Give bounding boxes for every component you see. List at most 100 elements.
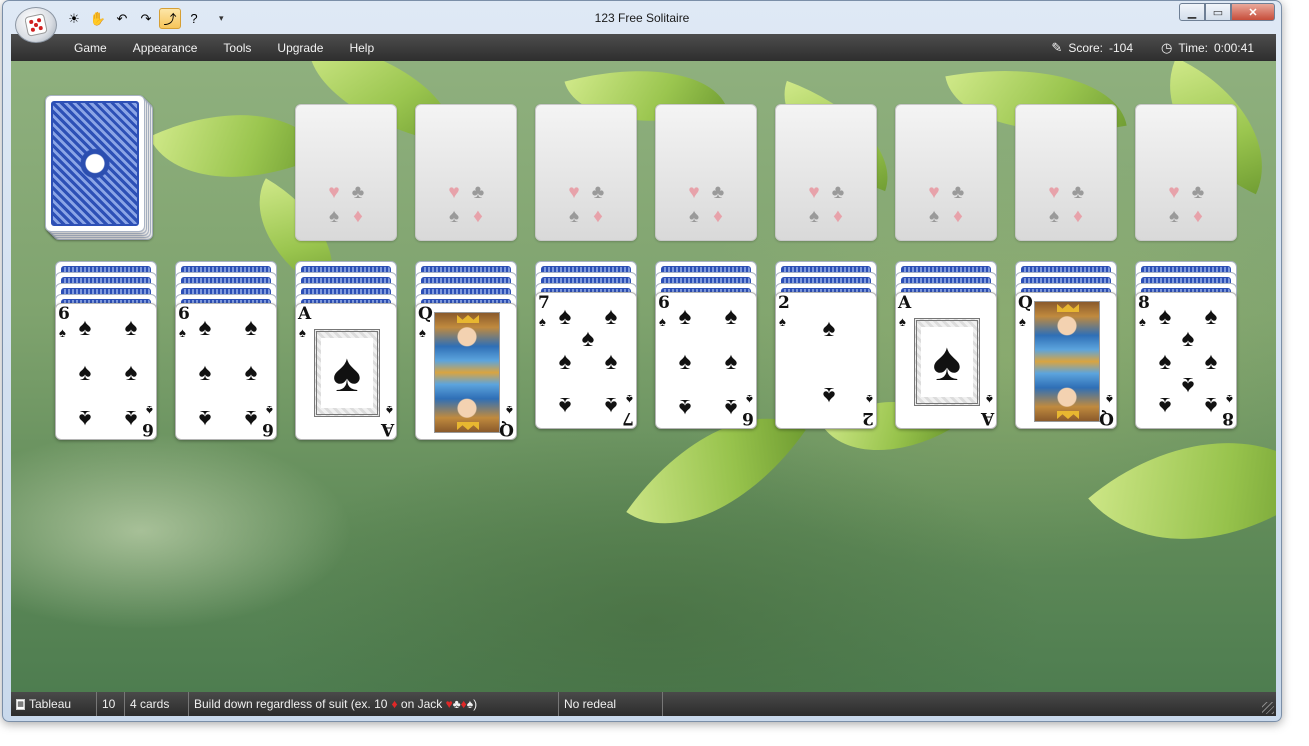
- spade-pip-icon: ♠: [581, 325, 595, 352]
- suit-icon: ♥: [1048, 182, 1060, 203]
- suit-icon: ♠: [808, 206, 820, 227]
- menu-game[interactable]: Game: [61, 41, 120, 55]
- foundation-slot-1[interactable]: ♥ ♣ ♠ ♦: [295, 104, 397, 241]
- foundation-slot-3[interactable]: ♥ ♣ ♠ ♦: [535, 104, 637, 241]
- spade-pip-icon: ♠: [198, 405, 212, 432]
- tableau-card-7[interactable]: 2 ♠ 2 ♠ ♠ ♠: [775, 292, 877, 429]
- foundation-slot-8[interactable]: ♥ ♣ ♠ ♦: [1135, 104, 1237, 241]
- foundation-slot-7[interactable]: ♥ ♣ ♠ ♦: [1015, 104, 1117, 241]
- spade-pip-icon: ♠: [558, 303, 572, 330]
- suit-icon: ♠: [1048, 206, 1060, 227]
- tableau-card-4[interactable]: Q ♠ Q ♠: [415, 303, 517, 440]
- spade-icon: ♠: [266, 403, 273, 418]
- app-window: ☀ ✋ ↶ ↷ ⤴? ▾ 123 Free Solitaire ▁ ▭ ✕ Game A…: [2, 0, 1282, 722]
- spade-pip-icon: ♠: [78, 405, 92, 432]
- tableau-card-6[interactable]: 6 ♠ 6 ♠ ♠ ♠ ♠ ♠ ♠ ♠: [655, 292, 757, 429]
- status-rule: Build down regardless of suit (ex. 10 ♦ …: [189, 692, 559, 716]
- card-rank-bottom: 8: [1222, 408, 1234, 428]
- card-rank: 6: [58, 304, 70, 324]
- suit-outline-icon: ♥ ♣ ♠ ♦: [896, 181, 996, 229]
- crown-icon: [1057, 304, 1079, 312]
- card-rank: A: [298, 304, 312, 324]
- spade-pip-icon: ♠: [1158, 348, 1172, 375]
- game-stats: ✎ Score: -104 ◷ Time: 0:00:41: [1051, 34, 1254, 61]
- spade-icon: ♠: [506, 403, 513, 418]
- time-display: ◷ Time: 0:00:41: [1161, 40, 1254, 56]
- spade-pip-icon: ♠: [678, 348, 692, 375]
- card-rank-bottom: 2: [862, 408, 874, 428]
- spade-pip-icon: ♠: [1158, 392, 1172, 419]
- suit-icon: ♥: [808, 182, 820, 203]
- rule-text-end: ): [473, 697, 478, 711]
- spade-icon: ♠: [1139, 314, 1146, 329]
- tableau-card-10[interactable]: 8 ♠ 8 ♠ ♠ ♠ ♠ ♠ ♠ ♠ ♠ ♠: [1135, 292, 1237, 429]
- app-menu-button[interactable]: [15, 7, 57, 43]
- spade-pip-icon: ♠: [244, 405, 258, 432]
- suit-icon: ♥: [328, 182, 340, 203]
- card-rank: A: [898, 293, 912, 313]
- card-rank: 8: [1138, 293, 1150, 313]
- spade-pip-icon: ♠: [78, 314, 92, 341]
- spade-icon: ♠: [899, 314, 906, 329]
- spade-icon: ♠: [746, 392, 753, 407]
- spade-pip-icon: ♠: [558, 348, 572, 375]
- rule-text: Build down regardless of suit (ex. 10: [194, 697, 388, 711]
- spade-icon: ♠: [986, 392, 993, 407]
- tableau-card-2[interactable]: 6 ♠ 6 ♠ ♠ ♠ ♠ ♠ ♠ ♠: [175, 303, 277, 440]
- spade-pip-icon: ♠: [1181, 325, 1195, 352]
- card-back-pattern: [51, 101, 139, 226]
- close-button[interactable]: ✕: [1231, 3, 1275, 21]
- suit-icon: ♠: [928, 206, 940, 227]
- suit-icon: ♠: [688, 206, 700, 227]
- clock-icon: ◷: [1161, 39, 1173, 55]
- foundation-slot-2[interactable]: ♥ ♣ ♠ ♦: [415, 104, 517, 241]
- foundation-slot-6[interactable]: ♥ ♣ ♠ ♦: [895, 104, 997, 241]
- tableau-card-9[interactable]: Q ♠ Q ♠: [1015, 292, 1117, 429]
- spade-pip-icon: ♠: [124, 405, 138, 432]
- status-pile: ▦ Tableau: [11, 692, 97, 716]
- spade-pip-icon: ♠: [78, 359, 92, 386]
- menu-tools[interactable]: Tools: [210, 41, 264, 55]
- card-rank-bottom: Q: [1099, 408, 1114, 428]
- ace-spade-art: ♠: [314, 329, 380, 417]
- tableau-card-3[interactable]: A ♠ A ♠ ♠: [295, 303, 397, 440]
- maximize-button[interactable]: ▭: [1205, 3, 1231, 21]
- rule-text-mid: on Jack: [397, 697, 446, 711]
- suit-icon: ♥: [688, 182, 700, 203]
- crown-icon: [457, 422, 479, 430]
- spade-pip-icon: ♠: [1204, 392, 1218, 419]
- card-rank-bottom: A: [380, 419, 394, 439]
- minimize-button[interactable]: ▁: [1179, 3, 1205, 21]
- foundation-slot-4[interactable]: ♥ ♣ ♠ ♦: [655, 104, 757, 241]
- spade-icon: ♠: [1106, 392, 1113, 407]
- crown-icon: [457, 315, 479, 323]
- spade-icon: ♠: [539, 314, 546, 329]
- status-cards: 4 cards: [125, 692, 189, 716]
- stock-card[interactable]: [45, 95, 145, 232]
- resize-grip[interactable]: [1262, 702, 1274, 714]
- suit-icon: ♦: [593, 206, 603, 227]
- menu-appearance[interactable]: Appearance: [120, 41, 211, 55]
- foundation-slot-5[interactable]: ♥ ♣ ♠ ♦: [775, 104, 877, 241]
- spade-icon: ♠: [921, 327, 973, 397]
- spade-pip-icon: ♠: [724, 348, 738, 375]
- suit-icon: ♦: [473, 206, 483, 227]
- tableau-card-8[interactable]: A ♠ A ♠ ♠: [895, 292, 997, 429]
- tableau-card-5[interactable]: 7 ♠ 7 ♠ ♠ ♠ ♠ ♠ ♠ ♠ ♠: [535, 292, 637, 429]
- suit-icon: ♥: [568, 182, 580, 203]
- menu-help[interactable]: Help: [336, 41, 387, 55]
- spade-pip-icon: ♠: [604, 303, 618, 330]
- spade-pip-icon: ♠: [724, 303, 738, 330]
- card-rank-bottom: 6: [742, 408, 754, 428]
- dice-icon: [24, 13, 48, 37]
- menu-upgrade[interactable]: Upgrade: [264, 41, 336, 55]
- card-rank: 6: [658, 293, 670, 313]
- suit-icon: ♦: [953, 206, 963, 227]
- score-icon: ✎: [1051, 39, 1063, 55]
- window-title: 123 Free Solitaire: [594, 11, 690, 25]
- ace-spade-art: ♠: [914, 318, 980, 406]
- suit-outline-icon: ♥ ♣ ♠ ♦: [1016, 181, 1116, 229]
- tableau-card-1[interactable]: 6 ♠ 6 ♠ ♠ ♠ ♠ ♠ ♠ ♠: [55, 303, 157, 440]
- card-rank-bottom: Q: [499, 419, 514, 439]
- spade-pip-icon: ♠: [1204, 348, 1218, 375]
